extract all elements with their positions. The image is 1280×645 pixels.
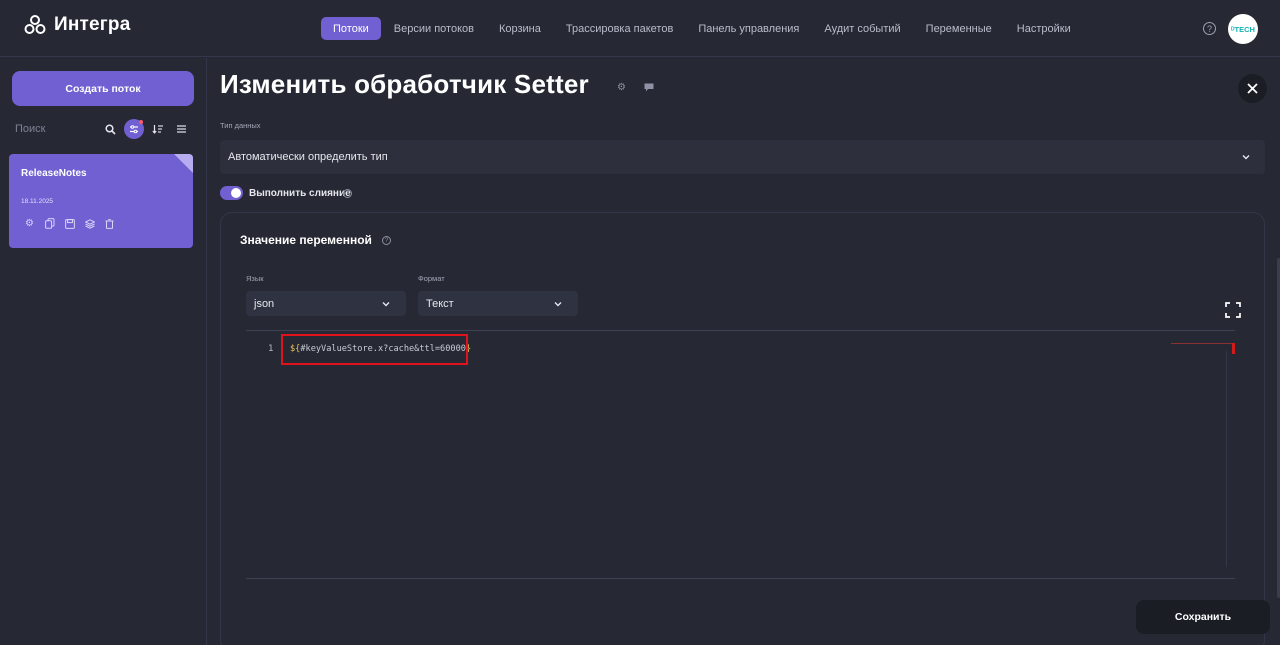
line-number: 1 bbox=[268, 344, 274, 354]
code-editor[interactable]: 1 ${#keyValueStore.x?cache&ttl=60000} bbox=[246, 330, 1235, 579]
format-label: Формат bbox=[418, 274, 445, 283]
main-content: Изменить обработчик Setter ⚙ Тип данных … bbox=[207, 58, 1280, 645]
variable-value-title: Значение переменной bbox=[240, 233, 372, 247]
settings-icon[interactable]: ⚙ bbox=[24, 218, 35, 229]
format-value: Текст bbox=[426, 297, 454, 310]
language-select[interactable]: json bbox=[246, 291, 406, 316]
list-view-icon[interactable] bbox=[171, 119, 191, 139]
flow-card-actions: ⚙ bbox=[24, 218, 115, 229]
nav-variables[interactable]: Переменные bbox=[914, 17, 1004, 40]
close-icon bbox=[1247, 83, 1258, 94]
flow-card[interactable]: ReleaseNotes 18.11.2025 ⚙ bbox=[9, 154, 193, 248]
layers-icon[interactable] bbox=[84, 218, 95, 229]
chevron-down-icon bbox=[382, 302, 390, 307]
flow-card-date: 18.11.2025 bbox=[21, 198, 54, 205]
variable-value-panel: Значение переменной ? Язык json Формат Т… bbox=[220, 212, 1265, 645]
search-input[interactable] bbox=[15, 121, 95, 137]
save-button[interactable]: Сохранить bbox=[1136, 600, 1270, 634]
search-bar bbox=[15, 118, 195, 140]
merge-help-icon[interactable]: ? bbox=[343, 189, 352, 198]
data-type-select[interactable]: Автоматически определить тип bbox=[220, 140, 1265, 174]
help-icon[interactable]: ? bbox=[1203, 22, 1216, 35]
delete-icon[interactable] bbox=[104, 218, 115, 229]
nav-flows[interactable]: Потоки bbox=[321, 17, 381, 40]
card-corner-fold bbox=[174, 154, 193, 173]
nav-trash[interactable]: Корзина bbox=[487, 17, 553, 40]
flow-card-title: ReleaseNotes bbox=[21, 168, 87, 179]
editor-scrollbar[interactable] bbox=[1226, 351, 1227, 567]
data-type-value: Автоматически определить тип bbox=[228, 151, 388, 163]
gear-icon[interactable]: ⚙ bbox=[616, 82, 627, 93]
comment-icon[interactable] bbox=[643, 82, 654, 93]
nav-packet-tracing[interactable]: Трассировка пакетов bbox=[554, 17, 685, 40]
nav-dashboard[interactable]: Панель управления bbox=[686, 17, 811, 40]
minimap-line bbox=[1171, 343, 1232, 344]
nav-event-audit[interactable]: Аудит событий bbox=[812, 17, 912, 40]
search-icon[interactable] bbox=[100, 119, 120, 139]
data-type-label: Тип данных bbox=[220, 121, 261, 130]
nav-settings[interactable]: Настройки bbox=[1005, 17, 1083, 40]
merge-toggle[interactable] bbox=[220, 186, 243, 200]
highlight-box bbox=[281, 334, 468, 365]
filter-icon[interactable] bbox=[124, 119, 144, 139]
user-avatar[interactable]: ᴰTECH bbox=[1228, 14, 1258, 44]
app-name: Интегра bbox=[54, 14, 131, 35]
main-nav: Потоки Версии потоков Корзина Трассировк… bbox=[321, 17, 1084, 40]
sidebar: Создать поток ReleaseNotes 18.11.2025 ⚙ bbox=[0, 58, 207, 645]
language-label: Язык bbox=[246, 274, 264, 283]
app-logo[interactable]: Интегра bbox=[24, 14, 131, 36]
fullscreen-icon[interactable] bbox=[1225, 302, 1241, 318]
close-button[interactable] bbox=[1238, 74, 1267, 103]
page-title: Изменить обработчик Setter bbox=[220, 69, 589, 99]
variable-help-icon[interactable]: ? bbox=[382, 236, 391, 245]
chevron-down-icon bbox=[1242, 155, 1250, 160]
language-value: json bbox=[254, 297, 275, 310]
format-select[interactable]: Текст bbox=[418, 291, 578, 316]
chevron-down-icon bbox=[554, 302, 562, 307]
filter-active-dot bbox=[139, 120, 143, 124]
minimap-marker bbox=[1232, 343, 1235, 354]
logo-icon bbox=[24, 15, 46, 34]
create-flow-button[interactable]: Создать поток bbox=[12, 71, 194, 106]
sort-icon[interactable] bbox=[148, 119, 168, 139]
save-icon[interactable] bbox=[64, 218, 75, 229]
nav-flow-versions[interactable]: Версии потоков bbox=[382, 17, 486, 40]
top-bar: Интегра Потоки Версии потоков Корзина Тр… bbox=[0, 0, 1280, 57]
copy-icon[interactable] bbox=[44, 218, 55, 229]
merge-label: Выполнить слияние bbox=[249, 188, 351, 199]
